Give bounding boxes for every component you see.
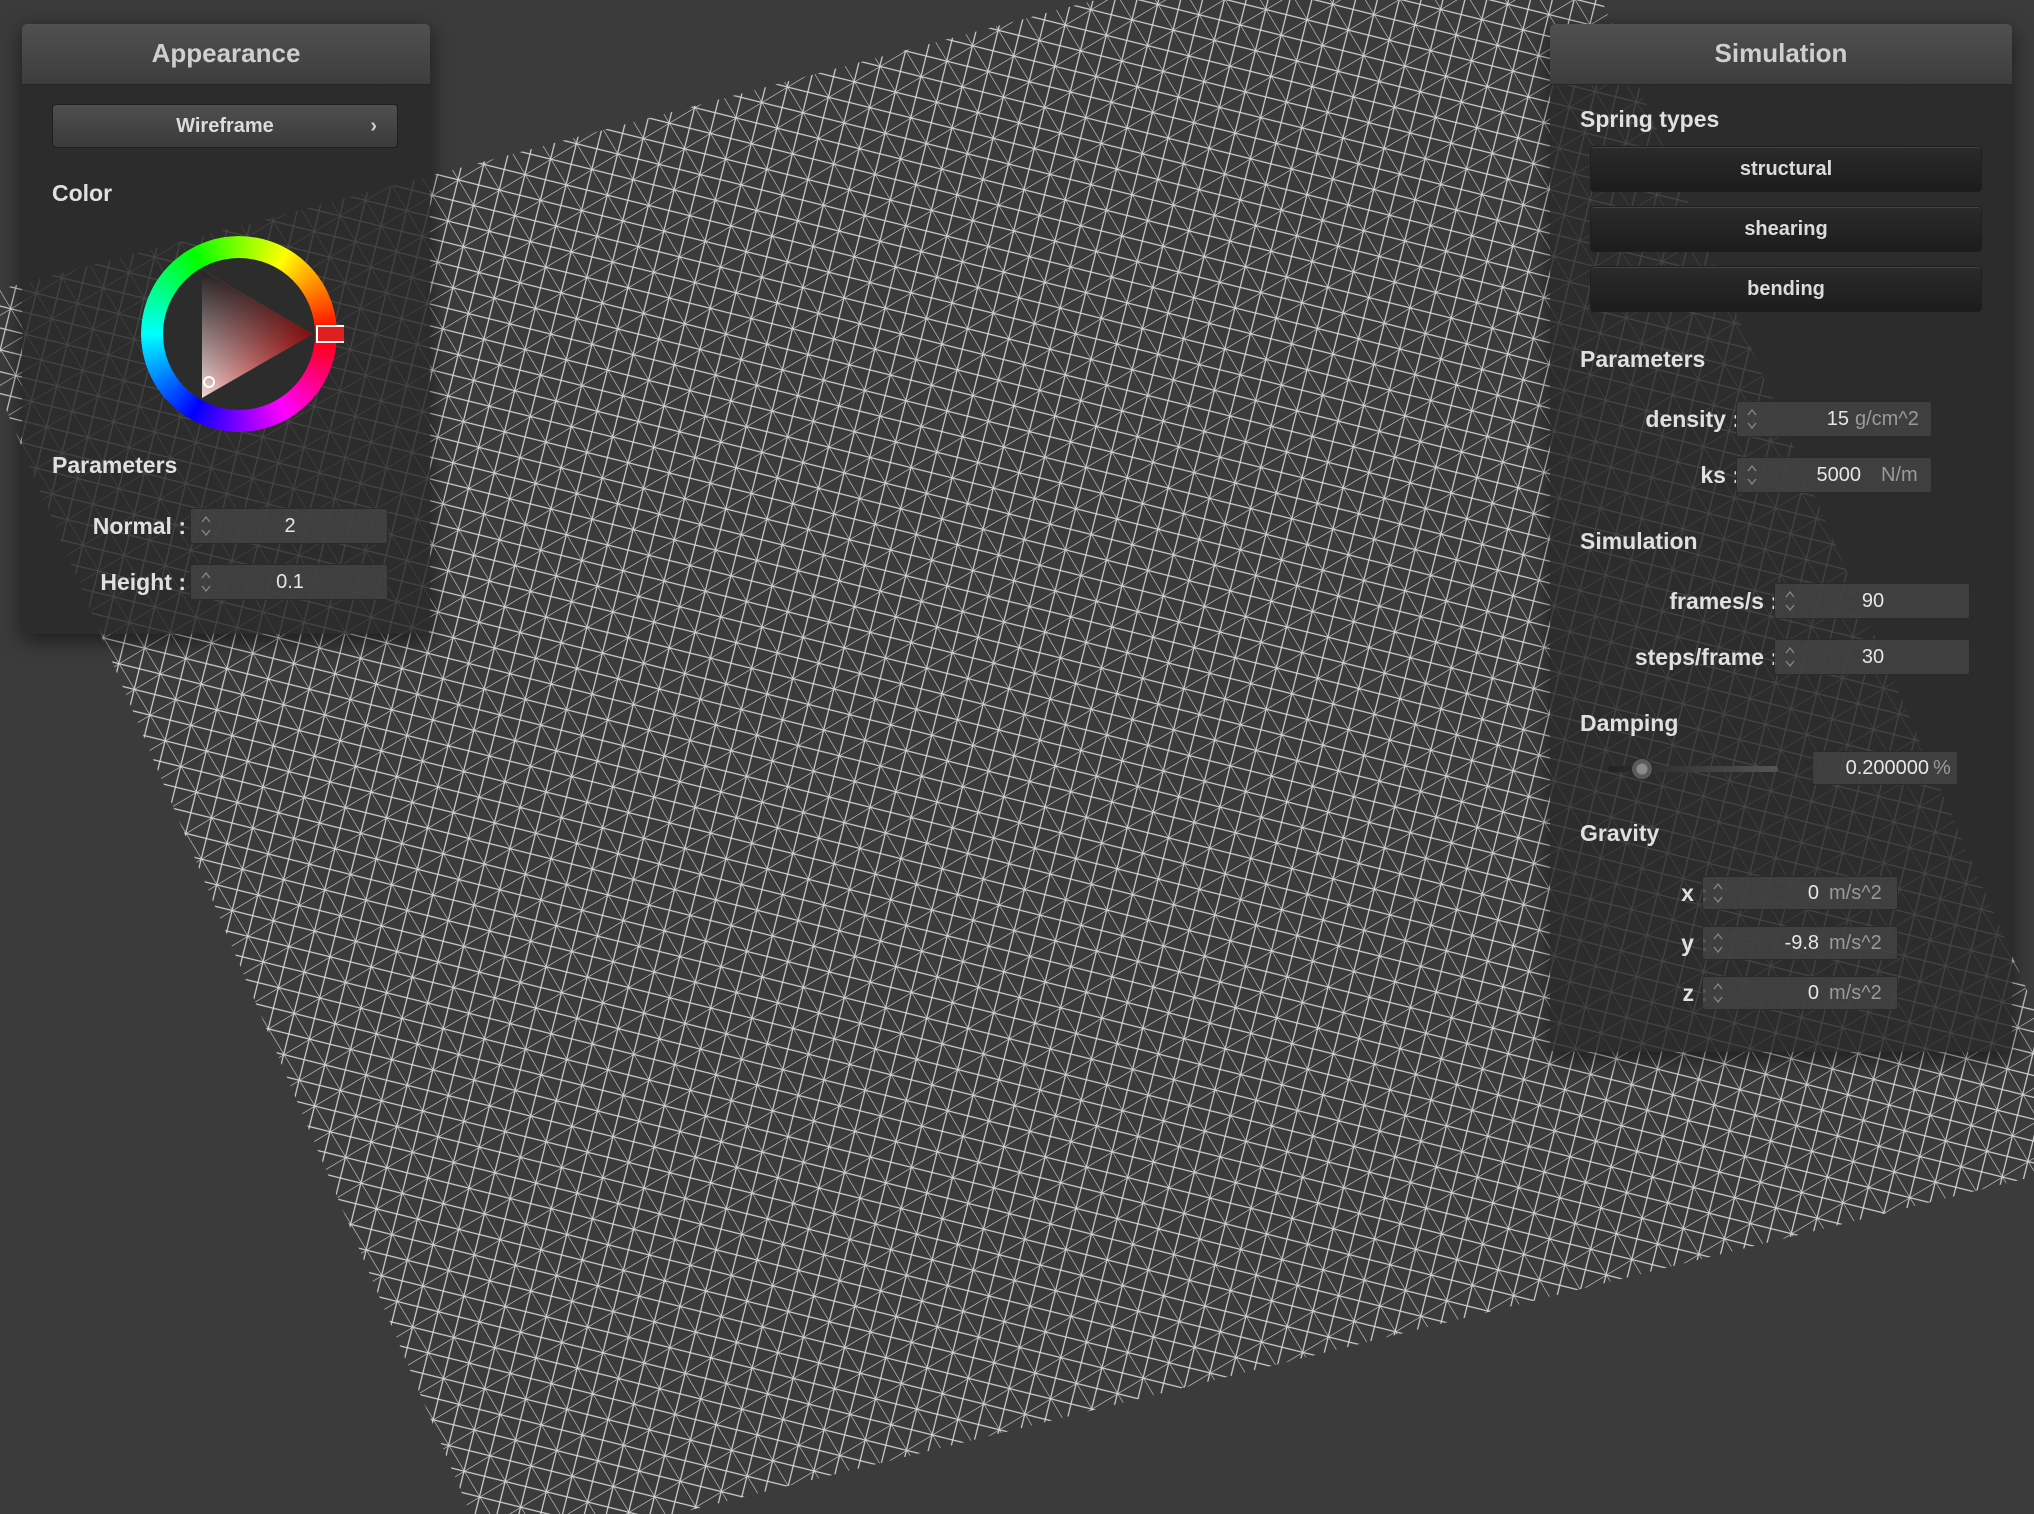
steps-per-frame-value: 30 [1861,646,1885,668]
spinner-arrows-icon[interactable] [1713,880,1723,906]
spinner-arrows-icon[interactable] [1747,406,1757,432]
steps-per-frame-label: steps/frame : [1634,644,1778,670]
simulation-panel: Simulation Spring types structural shear… [1550,24,2012,1052]
appearance-panel-title[interactable]: Appearance [22,24,430,85]
normal-value: 2 [284,515,296,537]
gravity-y-value: -9.8 [1784,932,1819,954]
height-input[interactable]: 0.1 [190,564,388,600]
shearing-spring-button[interactable]: shearing [1590,206,1982,252]
gravity-x-input[interactable]: 0 m/s^2 [1702,876,1898,910]
gravity-z-input[interactable]: 0 m/s^2 [1702,976,1898,1010]
steps-per-frame-input[interactable]: 30 [1774,639,1970,675]
density-value: 15 [1826,408,1849,430]
gravity-z-unit: m/s^2 [1829,982,1882,1004]
gravity-y-unit: m/s^2 [1829,932,1882,954]
appearance-panel: Appearance Wireframe › Color Parameters [22,24,430,634]
fps-input[interactable]: 90 [1774,583,1970,619]
normal-input[interactable]: 2 [190,508,388,544]
simulation-panel-title[interactable]: Simulation [1550,24,2012,85]
ks-label: ks : [1700,462,1740,488]
gravity-x-value: 0 [1807,882,1819,904]
density-unit: g/cm^2 [1855,408,1919,430]
color-section-label: Color [52,180,113,206]
gravity-label: Gravity [1580,820,1660,846]
spinner-arrows-icon[interactable] [1713,930,1723,956]
gravity-x-unit: m/s^2 [1829,882,1882,904]
spring-types-label: Spring types [1580,106,1720,132]
color-wheel[interactable] [134,229,344,439]
gravity-z-value: 0 [1807,982,1819,1004]
spinner-arrows-icon[interactable] [1747,462,1757,488]
fps-value: 90 [1861,590,1885,612]
chevron-right-icon: › [370,115,377,137]
structural-spring-button[interactable]: structural [1590,146,1982,192]
bending-spring-button[interactable]: bending [1590,266,1982,312]
ks-unit: N/m [1881,464,1918,486]
damping-value: 0.200000 [1845,757,1929,779]
gravity-z-label: z : [1682,980,1708,1006]
gravity-y-label: y : [1681,930,1708,956]
spinner-arrows-icon[interactable] [1713,980,1723,1006]
density-input[interactable]: 15 g/cm^2 [1736,401,1932,437]
shading-mode-label: Wireframe [176,115,274,137]
gravity-x-label: x : [1681,880,1708,906]
gravity-y-input[interactable]: -9.8 m/s^2 [1702,926,1898,960]
simulation-section-label: Simulation [1580,528,1698,554]
damping-label: Damping [1580,710,1679,736]
hue-selector-handle[interactable] [316,325,344,343]
fps-label: frames/s : [1669,588,1778,614]
ks-input[interactable]: 5000 N/m [1736,457,1932,493]
density-label: density : [1645,406,1740,432]
damping-unit: % [1933,757,1951,779]
damping-input[interactable]: 0.200000 % [1812,751,1958,785]
normal-label: Normal : [92,513,186,539]
shading-mode-button[interactable]: Wireframe › [52,104,398,148]
ks-value: 5000 [1816,464,1862,486]
simulation-parameters-label: Parameters [1580,346,1706,372]
damping-slider-handle[interactable] [1631,758,1653,780]
height-value: 0.1 [276,571,304,593]
appearance-parameters-label: Parameters [52,452,178,478]
height-label: Height : [100,569,186,595]
